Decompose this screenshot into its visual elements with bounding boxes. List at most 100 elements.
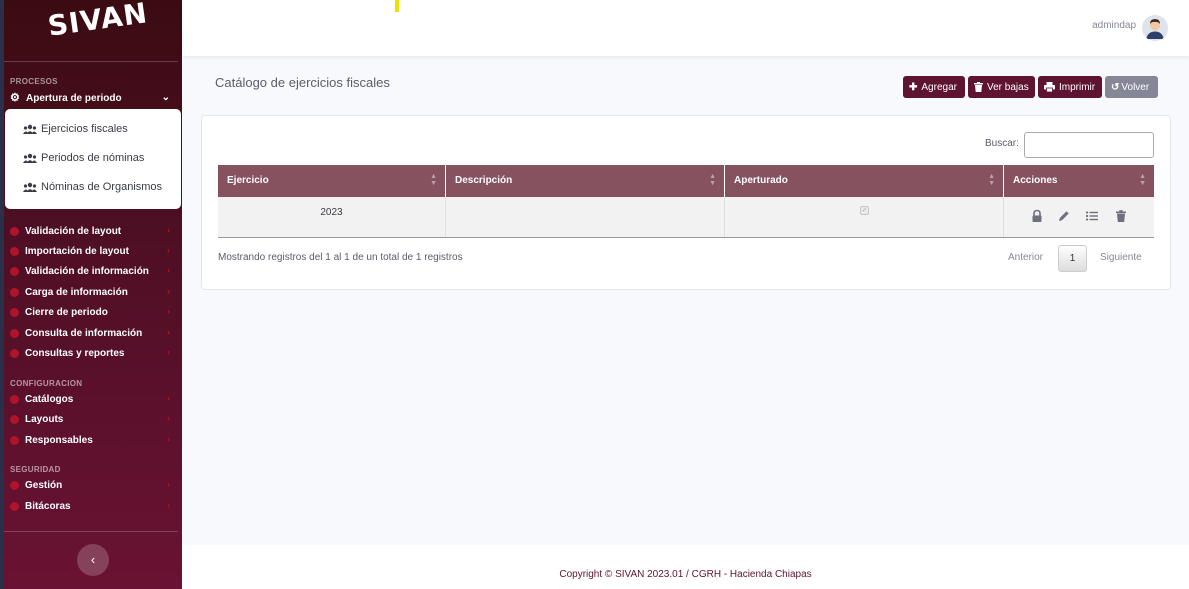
sidebar-heading-configuracion: CONFIGURACION (10, 379, 83, 388)
add-button-label: Agregar (921, 81, 957, 93)
submenu-item-nominas-organismos[interactable]: Nóminas de Organismos (23, 181, 162, 193)
print-icon (1044, 82, 1055, 92)
sidebar-item-apertura[interactable]: ⚙ Apertura de periodo ⌄ (10, 90, 176, 106)
sidebar-item-label: Catálogos (25, 393, 74, 405)
sidebar-item-cierre-periodo[interactable]: Cierre de periodo › (10, 304, 176, 320)
print-button[interactable]: Imprimir (1038, 76, 1102, 98)
sidebar-item-bitacoras[interactable]: Bitácoras › (10, 498, 176, 514)
bullet-icon (10, 480, 19, 490)
sidebar-item-label: Consulta de información (25, 327, 143, 339)
chevron-right-icon: › (167, 286, 170, 296)
sidebar-item-label: Carga de información (25, 286, 128, 298)
gear-icon: ⚙ (10, 91, 20, 104)
users-icon (23, 124, 37, 134)
column-header-ejercicio[interactable]: Ejercicio ▲ ▼ (218, 165, 446, 197)
sidebar-item-carga-informacion[interactable]: Carga de información › (10, 284, 176, 300)
sidebar-item-label: Bitácoras (25, 500, 71, 512)
chevron-right-icon: › (167, 500, 170, 510)
pagination-page-1[interactable]: 1 (1058, 245, 1087, 272)
sidebar-item-validacion-layout[interactable]: Validación de layout › (10, 223, 176, 239)
view-deleted-button[interactable]: Ver bajas (968, 76, 1035, 98)
topbar: admindap (182, 0, 1189, 56)
column-header-aperturado[interactable]: Aperturado ▲ ▼ (725, 165, 1004, 197)
sidebar-item-label: Gestión (25, 479, 63, 491)
sidebar-edge (0, 0, 4, 589)
table-info: Mostrando registros del 1 al 1 de un tot… (218, 252, 463, 263)
sidebar-item-validacion-informacion[interactable]: Validación de información › (10, 263, 176, 279)
sidebar-item-label: Validación de información (25, 265, 149, 277)
column-header-descripcion[interactable]: Descripción ▲ ▼ (446, 165, 725, 197)
sort-icon: ▲ ▼ (709, 173, 716, 187)
add-button[interactable]: ✚ Agregar (903, 76, 965, 98)
sidebar-item-consulta-informacion[interactable]: Consulta de información › (10, 325, 176, 341)
chevron-right-icon: › (167, 413, 170, 423)
sidebar-item-consultas-reportes[interactable]: Consultas y reportes › (10, 345, 176, 361)
lock-icon[interactable] (1030, 209, 1044, 223)
search-label: Buscar: (985, 138, 1019, 149)
back-button[interactable]: ↺ Volver (1105, 76, 1158, 98)
sidebar-toggle-button[interactable]: ‹ (77, 544, 109, 576)
cell-acciones (1004, 197, 1154, 237)
column-header-label: Acciones (1013, 175, 1058, 186)
sidebar-item-catalogos[interactable]: Catálogos › (10, 391, 176, 407)
sidebar: SIVAN PROCESOS ⚙ Apertura de periodo ⌄ E… (0, 0, 182, 589)
sort-icon: ▲ ▼ (988, 173, 995, 187)
column-header-label: Aperturado (734, 175, 788, 186)
cell-ejercicio: 2023 (218, 197, 446, 237)
footer: Copyright © SIVAN 2023.01 / CGRH - Hacie… (182, 545, 1189, 589)
brand-text: SIVAN (45, 0, 150, 43)
chevron-right-icon: › (167, 225, 170, 235)
search-input[interactable] (1024, 132, 1154, 158)
table-header: Ejercicio ▲ ▼ Descripción ▲ ▼ Aperturado ▲… (218, 165, 1154, 197)
submenu-item-periodos[interactable]: Periodos de nóminas (23, 152, 144, 164)
sidebar-heading-seguridad: SEGURIDAD (10, 465, 61, 474)
sidebar-item-label: Validación de layout (25, 225, 122, 237)
user-name[interactable]: admindap (1092, 20, 1136, 31)
avatar[interactable] (1142, 15, 1168, 41)
sidebar-item-label: Importación de layout (25, 245, 129, 257)
chevron-right-icon: › (167, 479, 170, 489)
pagination-next[interactable]: Siguiente (1100, 252, 1142, 263)
cell-descripcion (446, 197, 725, 237)
submenu-item-label: Periodos de nóminas (41, 152, 145, 164)
submenu-item-label: Ejercicios fiscales (41, 123, 128, 135)
submenu-apertura: Ejercicios fiscales Periodos de nóminas … (5, 109, 181, 209)
sidebar-item-label: Consultas y reportes (25, 347, 125, 359)
chevron-left-icon: ‹ (90, 552, 96, 567)
edit-icon[interactable] (1057, 209, 1071, 223)
print-button-label: Imprimir (1059, 81, 1096, 93)
sidebar-item-label: Layouts (25, 413, 64, 425)
back-button-label: Volver (1121, 81, 1150, 93)
chevron-right-icon: › (167, 434, 170, 444)
sidebar-item-importacion-layout[interactable]: Importación de layout › (10, 243, 176, 259)
bullet-icon (10, 328, 19, 338)
user-avatar-icon (1142, 15, 1168, 41)
users-icon (23, 153, 37, 163)
cursor-marker (395, 0, 399, 12)
brand-logo[interactable]: SIVAN (0, 0, 182, 58)
sidebar-divider (4, 531, 178, 532)
sidebar-item-label: Responsables (25, 434, 93, 446)
bullet-icon (10, 266, 19, 276)
column-header-label: Ejercicio (227, 175, 269, 186)
pagination-prev[interactable]: Anterior (1008, 252, 1043, 263)
view-deleted-button-label: Ver bajas (987, 81, 1029, 93)
chevron-right-icon: › (167, 306, 170, 316)
trash-icon[interactable] (1114, 209, 1128, 223)
list-icon[interactable] (1085, 209, 1099, 223)
sidebar-item-gestion[interactable]: Gestión › (10, 477, 176, 493)
chevron-right-icon: › (167, 265, 170, 275)
chevron-right-icon: › (167, 245, 170, 255)
sidebar-item-responsables[interactable]: Responsables › (10, 432, 176, 448)
sidebar-item-layouts[interactable]: Layouts › (10, 411, 176, 427)
plus-icon: ✚ (909, 81, 918, 93)
bullet-icon (10, 414, 19, 424)
chevron-down-icon: ⌄ (161, 92, 170, 103)
column-header-acciones[interactable]: Acciones ▲ ▼ (1004, 165, 1154, 197)
table-row: 2023 ✓ (218, 197, 1154, 238)
submenu-item-ejercicios[interactable]: Ejercicios fiscales (23, 123, 128, 135)
sidebar-item-label: Apertura de periodo (26, 92, 122, 104)
bullet-icon (10, 287, 19, 297)
page-title: Catálogo de ejercicios fiscales (215, 75, 390, 90)
submenu-item-label: Nóminas de Organismos (41, 181, 163, 193)
